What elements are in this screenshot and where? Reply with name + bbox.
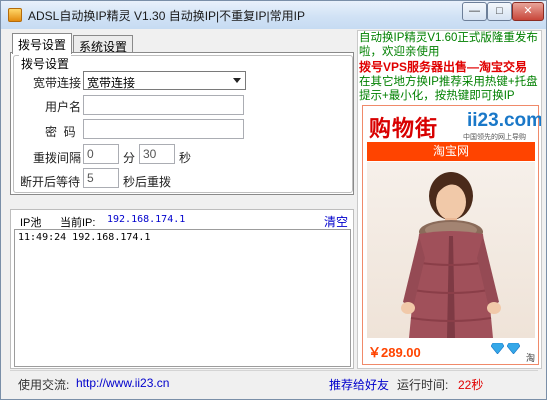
product-image <box>401 172 501 338</box>
contact-label: 使用交流: <box>18 378 70 392</box>
ip-pool-header: IP池 当前IP: 192.168.174.1 清空 <box>11 210 353 230</box>
title-bar[interactable]: ADSL自动换IP精灵 V1.30 自动换IP|不重复IP|常用IP — □ ✕ <box>1 1 546 29</box>
ip-pool-panel: IP池 当前IP: 192.168.174.1 清空 11:49:24 192.… <box>10 209 354 369</box>
diamond-icon <box>507 343 520 354</box>
wait-suffix: 秒后重拨 <box>123 175 172 189</box>
recommend-link[interactable]: 推荐给好友 <box>329 376 389 393</box>
ip-pool-label: IP池 <box>20 217 42 229</box>
app-icon <box>8 8 22 22</box>
shop-logo: 购物街 <box>369 117 439 142</box>
runtime-label: 运行时间: <box>397 378 449 392</box>
ad-announcement[interactable]: 自动换IP精灵V1.60正式版隆重发布啦，欢迎亲使用 <box>359 31 541 59</box>
app-window: ADSL自动换IP精灵 V1.30 自动换IP|不重复IP|常用IP — □ ✕… <box>0 0 547 400</box>
password-label: 密 码 <box>45 125 76 139</box>
username-label: 用户名 <box>45 100 82 114</box>
redial-seconds-input[interactable]: 30 <box>139 144 175 164</box>
status-bar: 使用交流: http://www.ii23.cn 推荐给好友 运行时间: 22秒 <box>10 370 538 393</box>
connection-label: 宽带连接 <box>33 76 82 90</box>
current-ip-value: 192.168.174.1 <box>107 214 186 225</box>
clear-link[interactable]: 清空 <box>324 213 348 230</box>
username-input[interactable] <box>83 95 244 115</box>
group-title: 拨号设置 <box>19 55 72 72</box>
taobao-label: 淘宝网 <box>367 142 535 161</box>
ad-panel: 自动换IP精灵V1.60正式版隆重发布啦，欢迎亲使用 拨号VPS服务器出售—淘宝… <box>357 30 542 369</box>
ip-log-entry: 11:49:24 192.168.174.1 <box>18 232 151 243</box>
connection-select-value: 宽带连接 <box>87 76 136 90</box>
ii23-logo: ii23.com <box>467 110 542 131</box>
password-input[interactable] <box>83 119 244 139</box>
runtime-value: 22秒 <box>458 378 484 392</box>
minutes-unit: 分 <box>123 151 136 165</box>
chevron-down-icon <box>233 78 241 83</box>
redial-minutes-input[interactable]: 0 <box>83 144 119 164</box>
connection-select[interactable]: 宽带连接 <box>83 71 246 90</box>
tab-dial-settings[interactable]: 拨号设置 <box>12 33 72 54</box>
close-button[interactable]: ✕ <box>512 2 544 21</box>
ad-vps-sale[interactable]: 拨号VPS服务器出售—淘宝交易 <box>359 60 541 74</box>
shop-banner[interactable]: 购物街 ii23.com 中国领先的网上导购 淘宝网 ￥289.00 淘 <box>362 105 542 365</box>
seconds-unit: 秒 <box>179 151 192 165</box>
ad-hotkey-tip: 在其它地方换IP推荐采用热键+托盘提示+最小化，按热键即可换IP <box>359 76 538 102</box>
minimize-button[interactable]: — <box>462 2 487 21</box>
product-photo <box>367 162 535 338</box>
maximize-button[interactable]: □ <box>487 2 512 21</box>
contact-link[interactable]: http://www.ii23.cn <box>76 376 169 390</box>
wait-label: 断开后等待 <box>20 175 81 189</box>
ip-log-textarea[interactable]: 11:49:24 192.168.174.1 <box>14 229 351 367</box>
ii23-tagline: 中国领先的网上导购 <box>463 134 526 141</box>
redial-interval-label: 重拨间隔 <box>33 151 82 165</box>
taobao-mark: 淘 <box>526 353 536 363</box>
product-price: ￥289.00 <box>368 345 421 360</box>
diamond-icon <box>491 343 504 354</box>
tab-system-settings[interactable]: 系统设置 <box>73 35 133 54</box>
current-ip-label: 当前IP: <box>60 217 96 229</box>
wait-seconds-input[interactable]: 5 <box>83 168 119 188</box>
window-title: ADSL自动换IP精灵 V1.30 自动换IP|不重复IP|常用IP <box>28 9 305 23</box>
